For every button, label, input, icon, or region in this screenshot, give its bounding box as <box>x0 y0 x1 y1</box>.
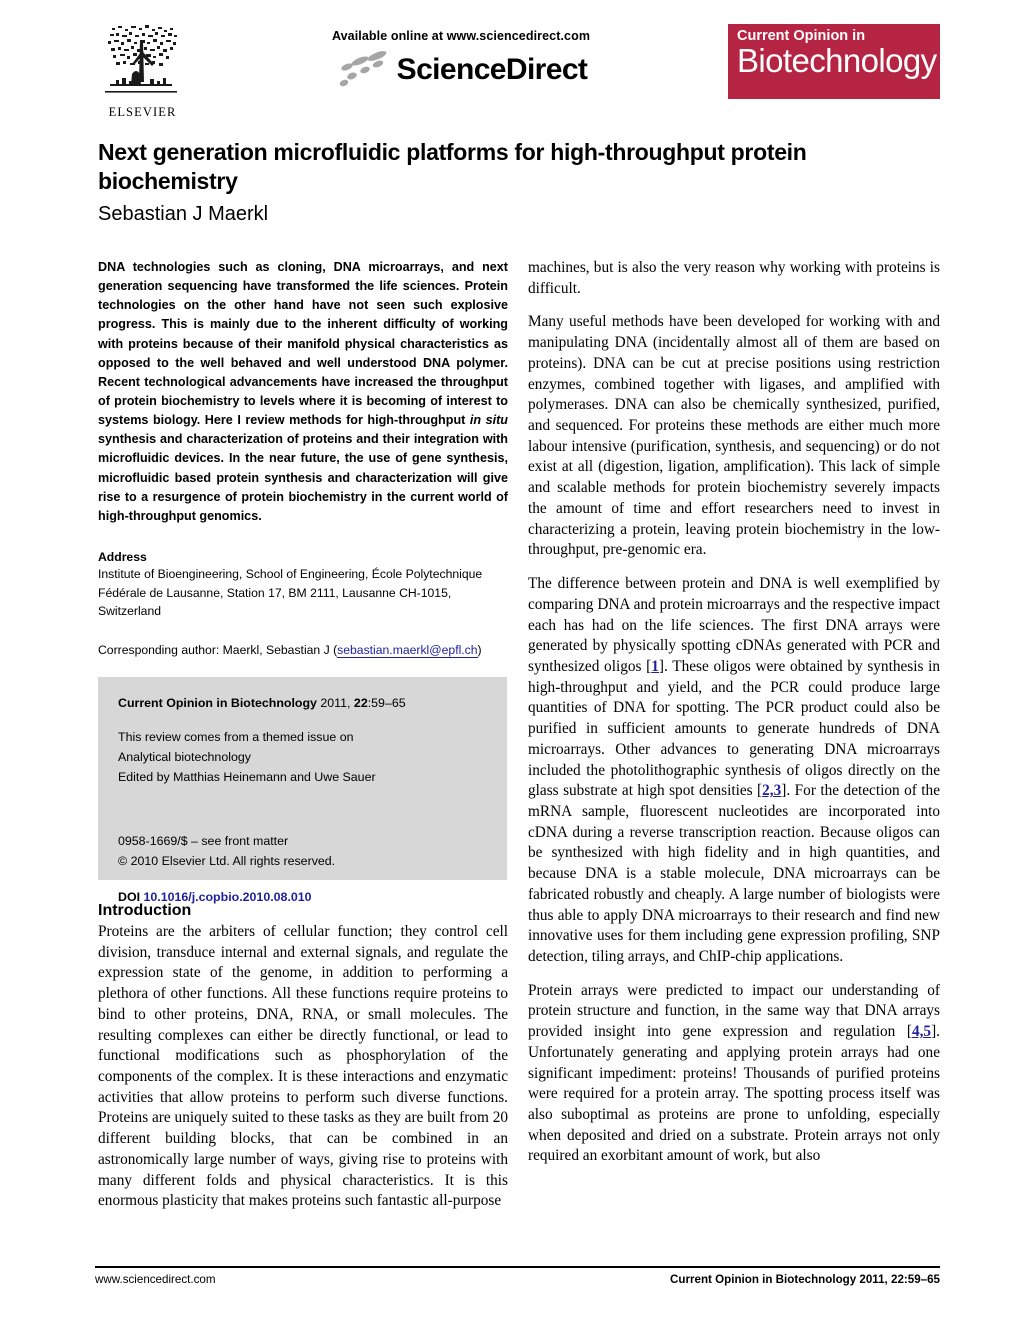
footer-website[interactable]: www.sciencedirect.com <box>95 1273 215 1286</box>
sciencedirect-swoosh-icon <box>339 51 387 87</box>
right-column: machines, but is also the very reason wh… <box>528 258 940 1167</box>
footer-divider <box>95 1266 940 1268</box>
body-paragraph-microarrays: The difference between protein and DNA i… <box>528 574 940 968</box>
address-heading: Address <box>98 549 147 564</box>
para3-part-b: ]. These oligos were obtained by synthes… <box>528 657 940 800</box>
issn-front-matter: 0958-1669/$ – see front matter <box>118 834 289 849</box>
elsevier-logo: ELSEVIER <box>95 22 190 120</box>
article-author: Sebastian J Maerkl <box>98 202 269 225</box>
para4-part-b: ]. Unfortunately generating and applying… <box>528 1023 940 1165</box>
corresponding-author-prefix: Corresponding author: Maerkl, Sebastian … <box>98 642 338 657</box>
article-title: Next generation microfluidic platforms f… <box>98 139 807 195</box>
available-online-text: Available online at www.sciencedirect.co… <box>331 29 591 43</box>
left-column: DNA technologies such as cloning, DNA mi… <box>98 258 508 1212</box>
sciencedirect-wordmark: ScienceDirect <box>396 53 588 86</box>
reference-link-2-3[interactable]: 2,3 <box>762 782 781 799</box>
journal-logo-main-line: Biotechnology <box>737 42 937 80</box>
journal-year: 2011, <box>316 695 354 710</box>
body-paragraph-methods: Many useful methods have been developed … <box>528 313 940 559</box>
elsevier-tree-icon <box>104 25 177 93</box>
masthead: ELSEVIER Available online at www.science… <box>95 22 940 134</box>
themed-issue-editors: Edited by Matthias Heinemann and Uwe Sau… <box>118 770 376 785</box>
journal-article-page: ELSEVIER Available online at www.science… <box>0 0 1020 1323</box>
corresponding-author-email-link[interactable]: sebastian.maerkl@epfl.ch <box>337 642 478 658</box>
para3-part-c: ]. For the detection of the mRNA sample,… <box>528 782 940 965</box>
address-body: Institute of Bioengineering, School of E… <box>98 566 483 619</box>
abstract-part-2: synthesis and characterization of protei… <box>98 432 508 523</box>
sciencedirect-logo: Available online at www.sciencedirect.co… <box>194 22 728 89</box>
elsevier-wordmark: ELSEVIER <box>108 105 177 119</box>
corresponding-author: Corresponding author: Maerkl, Sebastian … <box>98 641 508 659</box>
body-paragraph-protein-arrays: Protein arrays were predicted to impact … <box>528 981 940 1167</box>
reference-link-1[interactable]: 1 <box>651 658 659 675</box>
abstract: DNA technologies such as cloning, DNA mi… <box>98 258 508 526</box>
journal-citation-line: Current Opinion in Biotechnology 2011, 2… <box>118 693 489 713</box>
journal-info-box: Current Opinion in Biotechnology 2011, 2… <box>98 676 507 904</box>
title-block: Next generation microfluidic platforms f… <box>98 138 943 227</box>
para4-part-a: Protein arrays were predicted to impact … <box>528 981 940 1041</box>
body-paragraph-continued: machines, but is also the very reason wh… <box>528 259 940 297</box>
page-footer: www.sciencedirect.com Current Opinion in… <box>95 1266 940 1286</box>
themed-issue-line-1: This review comes from a themed issue on <box>118 730 354 744</box>
abstract-italic-term: in situ <box>469 413 508 428</box>
introduction-paragraph: Proteins are the arbiters of cellular fu… <box>98 922 508 1210</box>
journal-pages: :59–65 <box>367 695 406 710</box>
copyright-line: © 2010 Elsevier Ltd. All rights reserved… <box>118 854 336 869</box>
corresponding-author-suffix: ) <box>477 642 482 657</box>
footer-citation: Current Opinion in Biotechnology 2011, 2… <box>670 1273 940 1286</box>
abstract-part-1: DNA technologies such as cloning, DNA mi… <box>98 260 508 428</box>
journal-logo: Current Opinion in Biotechnology <box>728 24 940 99</box>
journal-volume: 22 <box>353 695 368 710</box>
reference-link-4-5[interactable]: 4,5 <box>912 1023 931 1040</box>
themed-issue-line-2: Analytical biotechnology <box>118 750 251 765</box>
journal-name: Current Opinion in Biotechnology <box>118 695 317 710</box>
